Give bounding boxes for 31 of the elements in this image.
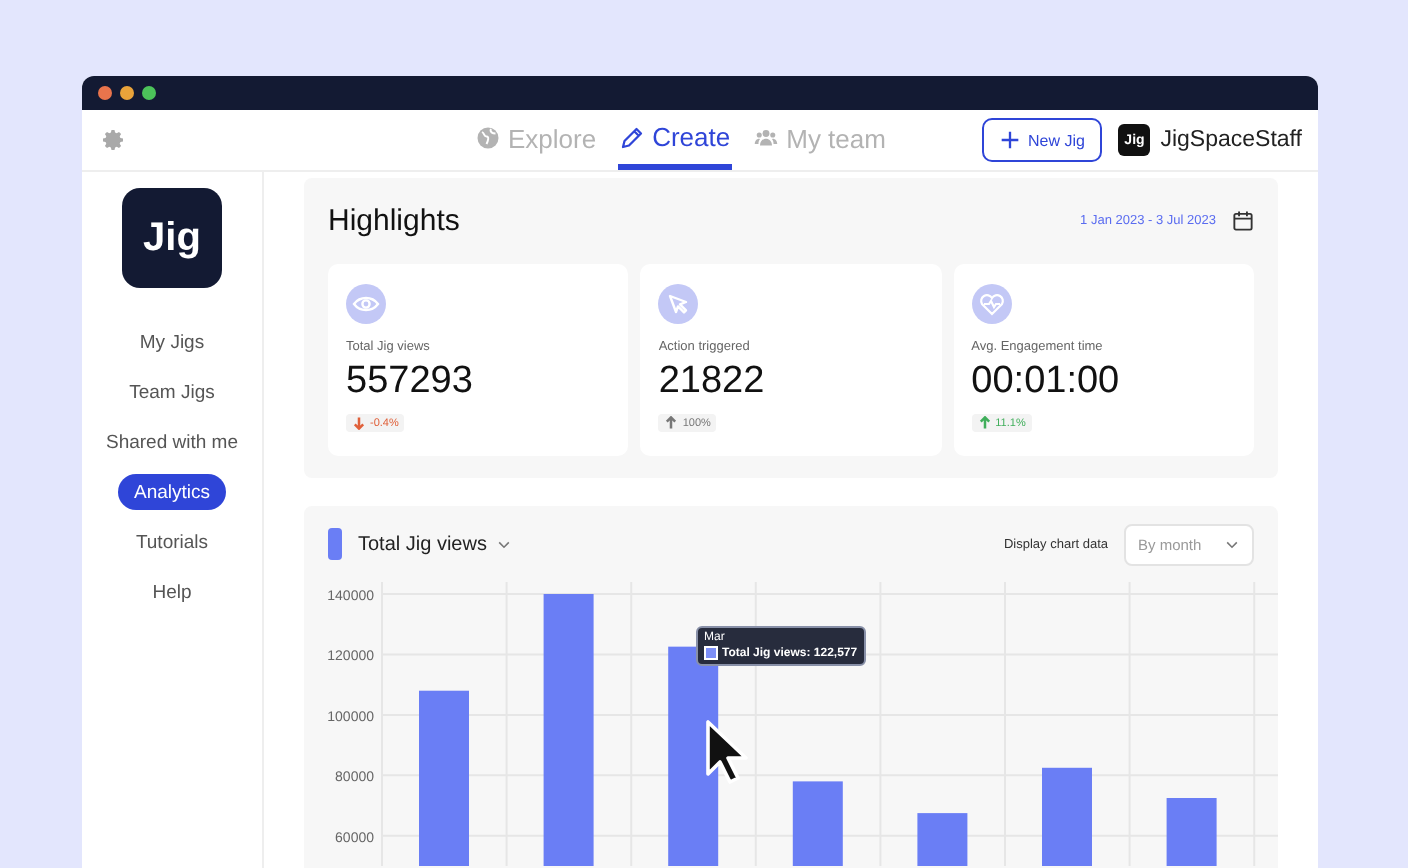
eye-icon <box>346 284 386 324</box>
chevron-down-icon[interactable] <box>496 536 513 552</box>
cursor-icon <box>704 718 752 786</box>
sidebar-item[interactable]: My Jigs <box>123 324 221 360</box>
account-name[interactable]: JigSpaceStaff <box>1160 128 1302 152</box>
calendar-icon[interactable] <box>1232 210 1254 232</box>
people-icon <box>754 126 779 150</box>
app-logo: Jig <box>122 188 222 288</box>
maximize-dot[interactable] <box>142 86 156 100</box>
globe-icon <box>476 126 500 150</box>
sidebar-item[interactable]: Team Jigs <box>113 374 231 410</box>
sidebar-item[interactable]: Help <box>136 574 208 610</box>
sidebar-item[interactable]: Analytics <box>117 474 226 510</box>
minimize-dot[interactable] <box>120 86 134 100</box>
stat-value: 00:01:00 <box>971 360 1120 404</box>
sidebar-item[interactable]: Tutorials <box>119 524 225 560</box>
stat-value: 21822 <box>658 360 765 404</box>
pointer-icon <box>658 284 699 324</box>
close-dot[interactable] <box>98 86 112 100</box>
pencil-icon <box>620 125 645 149</box>
nav-tab[interactable]: Create <box>618 110 733 170</box>
legend-swatch <box>704 646 718 660</box>
new-jig-button[interactable]: New Jig <box>982 118 1103 162</box>
section-title: Highlights <box>328 204 460 238</box>
stat-value: 557293 <box>346 360 473 404</box>
bar[interactable] <box>668 646 719 866</box>
chevron-down-icon <box>1224 536 1240 552</box>
sidebar-item[interactable]: Shared with me <box>89 424 254 460</box>
metric-selector[interactable]: Total Jig views <box>358 533 487 555</box>
settings-icon[interactable] <box>102 128 126 152</box>
plus-icon <box>1000 130 1020 150</box>
